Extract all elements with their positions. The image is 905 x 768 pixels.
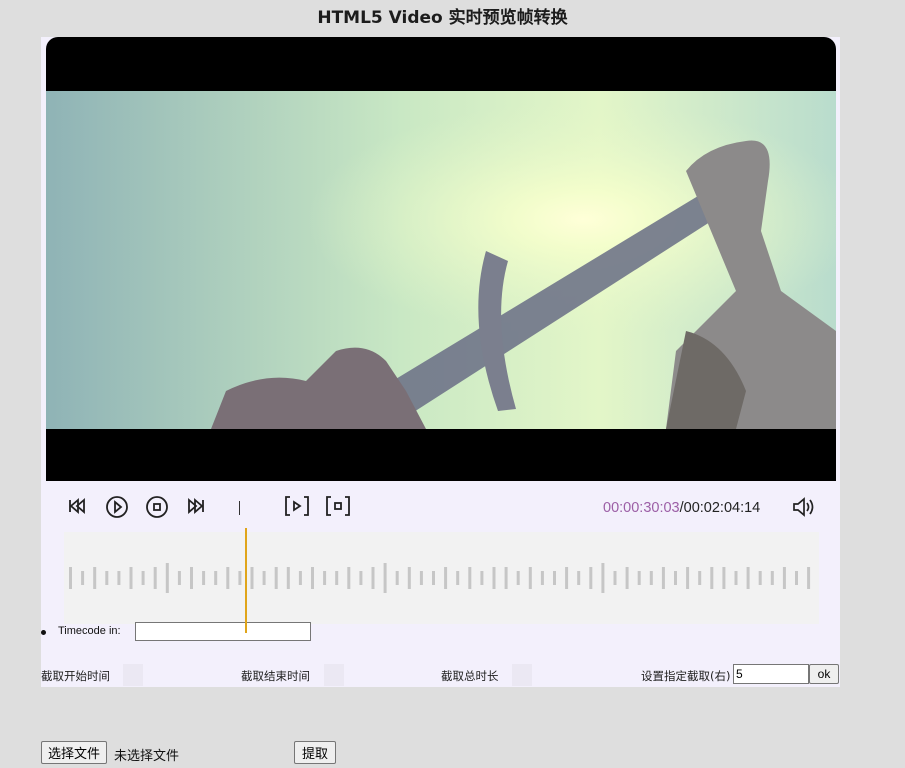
timecode-input[interactable] <box>135 622 311 641</box>
waveform-tick <box>238 571 242 585</box>
player-panel: 00:00:30:03/00:02:04:14 Timecode in: 截取开… <box>41 37 840 687</box>
waveform-tick <box>601 563 605 593</box>
waveform-tick <box>298 571 302 585</box>
volume-icon[interactable] <box>791 496 817 518</box>
start-time-label: 截取开始时间 <box>41 669 110 683</box>
waveform-tick <box>395 571 399 585</box>
timecode-label: Timecode in: <box>58 625 121 637</box>
extract-button[interactable]: 提取 <box>294 741 337 764</box>
player-controls: 00:00:30:03/00:02:04:14 <box>41 495 840 525</box>
stop-icon[interactable] <box>145 495 169 519</box>
waveform-tick <box>540 571 544 585</box>
waveform-tick <box>407 567 411 589</box>
waveform-tick <box>226 567 230 589</box>
duration-label: 截取总时长 <box>441 669 499 683</box>
waveform-tick <box>432 571 435 585</box>
waveform-tick <box>686 567 690 589</box>
end-time-label: 截取结束时间 <box>241 669 310 683</box>
waveform-tick <box>807 567 811 589</box>
start-time-value <box>123 664 143 686</box>
waveform-tick <box>274 567 278 589</box>
waveform-tick <box>311 567 314 589</box>
step-frame-icon[interactable] <box>284 495 310 517</box>
waveform-tick <box>480 571 484 585</box>
waveform-tick <box>419 571 423 585</box>
playhead-marker[interactable] <box>245 528 247 633</box>
waveform-tick <box>553 571 556 585</box>
time-display: 00:00:30:03/00:02:04:14 <box>603 500 760 516</box>
end-time-value <box>324 664 344 686</box>
waveform-tick <box>371 567 375 589</box>
waveform-tick <box>347 567 351 589</box>
waveform-tick <box>516 571 520 585</box>
waveform-tick <box>444 567 448 589</box>
waveform-tick <box>262 571 266 585</box>
waveform-tick <box>81 571 85 585</box>
waveform-tick <box>250 567 254 589</box>
waveform-tick <box>577 571 581 585</box>
timecode-row: Timecode in: <box>41 622 441 644</box>
play-icon[interactable] <box>105 495 129 519</box>
waveform-tick <box>286 567 290 589</box>
control-divider <box>239 501 240 515</box>
waveform-tick <box>649 571 653 585</box>
waveform-tick <box>69 567 72 589</box>
ok-button[interactable]: ok <box>809 664 839 684</box>
waveform-tick <box>492 567 496 589</box>
waveform-tick <box>589 567 593 589</box>
waveform-tick <box>637 571 641 585</box>
waveform-tick <box>202 571 206 585</box>
waveform-tick <box>758 571 762 585</box>
video-player[interactable] <box>46 37 836 481</box>
waveform-tick <box>323 571 327 585</box>
waveform-tick <box>722 567 726 589</box>
waveform-tick <box>734 571 738 585</box>
choose-file-button[interactable]: 选择文件 <box>41 741 108 764</box>
waveform-tick <box>565 567 569 589</box>
waveform-tick <box>625 567 629 589</box>
list-bullet <box>41 630 46 635</box>
set-capture-label: 设置指定截取(右) <box>641 669 731 683</box>
waveform-tick <box>129 567 133 589</box>
waveform-tick <box>105 571 109 585</box>
waveform-tick <box>165 563 169 593</box>
fast-forward-icon[interactable] <box>186 496 206 516</box>
waveform-tick <box>746 567 750 589</box>
page-title: HTML5 Video 实时预览帧转换 <box>317 8 568 28</box>
capture-frame-icon[interactable] <box>325 495 351 517</box>
current-time: 00:00:30:03 <box>603 500 680 516</box>
waveform-tick <box>710 567 714 589</box>
total-time: 00:02:04:14 <box>683 500 761 516</box>
waveform-tick <box>335 571 339 585</box>
waveform-tick <box>674 571 677 585</box>
rewind-icon[interactable] <box>67 496 87 516</box>
waveform-tick <box>93 567 97 589</box>
waveform-tick <box>661 567 665 589</box>
set-capture-input[interactable] <box>733 664 809 684</box>
waveform-timeline[interactable] <box>64 532 819 624</box>
waveform-bars <box>69 563 811 593</box>
waveform-tick <box>782 567 786 589</box>
waveform-tick <box>383 563 387 593</box>
video-frame <box>46 91 836 429</box>
waveform-tick <box>468 567 472 589</box>
waveform-tick <box>795 571 798 585</box>
file-status: 未选择文件 <box>114 749 180 764</box>
waveform-tick <box>190 567 193 589</box>
waveform-tick <box>359 571 363 585</box>
waveform-tick <box>613 571 617 585</box>
waveform-tick <box>698 571 702 585</box>
duration-value <box>512 664 532 686</box>
waveform-tick <box>504 567 508 589</box>
waveform-tick <box>770 571 774 585</box>
waveform-tick <box>153 567 157 589</box>
waveform-tick <box>456 571 460 585</box>
waveform-tick <box>177 571 181 585</box>
waveform-tick <box>141 571 145 585</box>
waveform-tick <box>214 571 218 585</box>
capture-stats: 截取开始时间 截取结束时间 截取总时长 设置指定截取(右) ok <box>41 664 840 688</box>
waveform-tick <box>117 571 121 585</box>
waveform-tick <box>528 567 532 589</box>
